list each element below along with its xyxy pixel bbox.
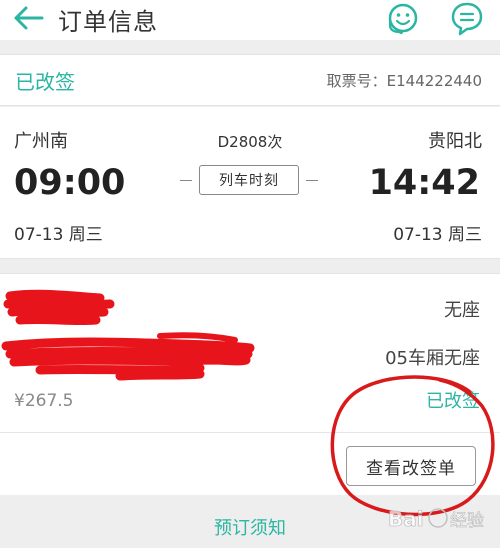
arrival-time: 14:42 [368,163,480,203]
customer-service-icon[interactable] [384,0,422,38]
departure-time: 09:00 [14,163,126,203]
page-title: 订单信息 [58,8,158,36]
app-header: 订单信息 [0,0,500,40]
view-change-order-button[interactable]: 查看改签单 [346,446,476,486]
booking-notice-link[interactable]: 预订须知 [0,514,500,540]
timetable-button[interactable]: 列车时刻 [199,165,299,195]
train-number: D2808次 [217,133,283,151]
timetable-group: 列车时刻 [178,165,320,195]
seat-detail: 05车厢无座 [385,348,480,369]
arrival-station: 贵阳北 [428,131,482,152]
ticket-price: ¥267.5 [14,391,74,411]
change-status: 已改签 [426,391,480,412]
departure-date: 07-13 周三 [14,225,103,245]
dash-left [180,180,192,181]
order-status-bar: 已改签 取票号：E144222440 [0,54,500,106]
back-arrow-icon[interactable] [12,4,44,32]
order-status: 已改签 [15,70,75,94]
passenger-ticket-card: 无座 05车厢无座 ¥267.5 已改签 查看改签单 [0,273,500,495]
dash-right [306,180,318,181]
seat-type: 无座 [444,300,480,321]
ticket-number: 取票号：E144222440 [326,72,482,90]
divider [0,432,500,433]
arrival-date: 07-13 周三 [393,225,482,245]
chat-bubble-icon[interactable] [448,0,486,38]
trip-info-card: 广州南 D2808次 贵阳北 09:00 列车时刻 14:42 07-13 周三… [0,107,500,259]
